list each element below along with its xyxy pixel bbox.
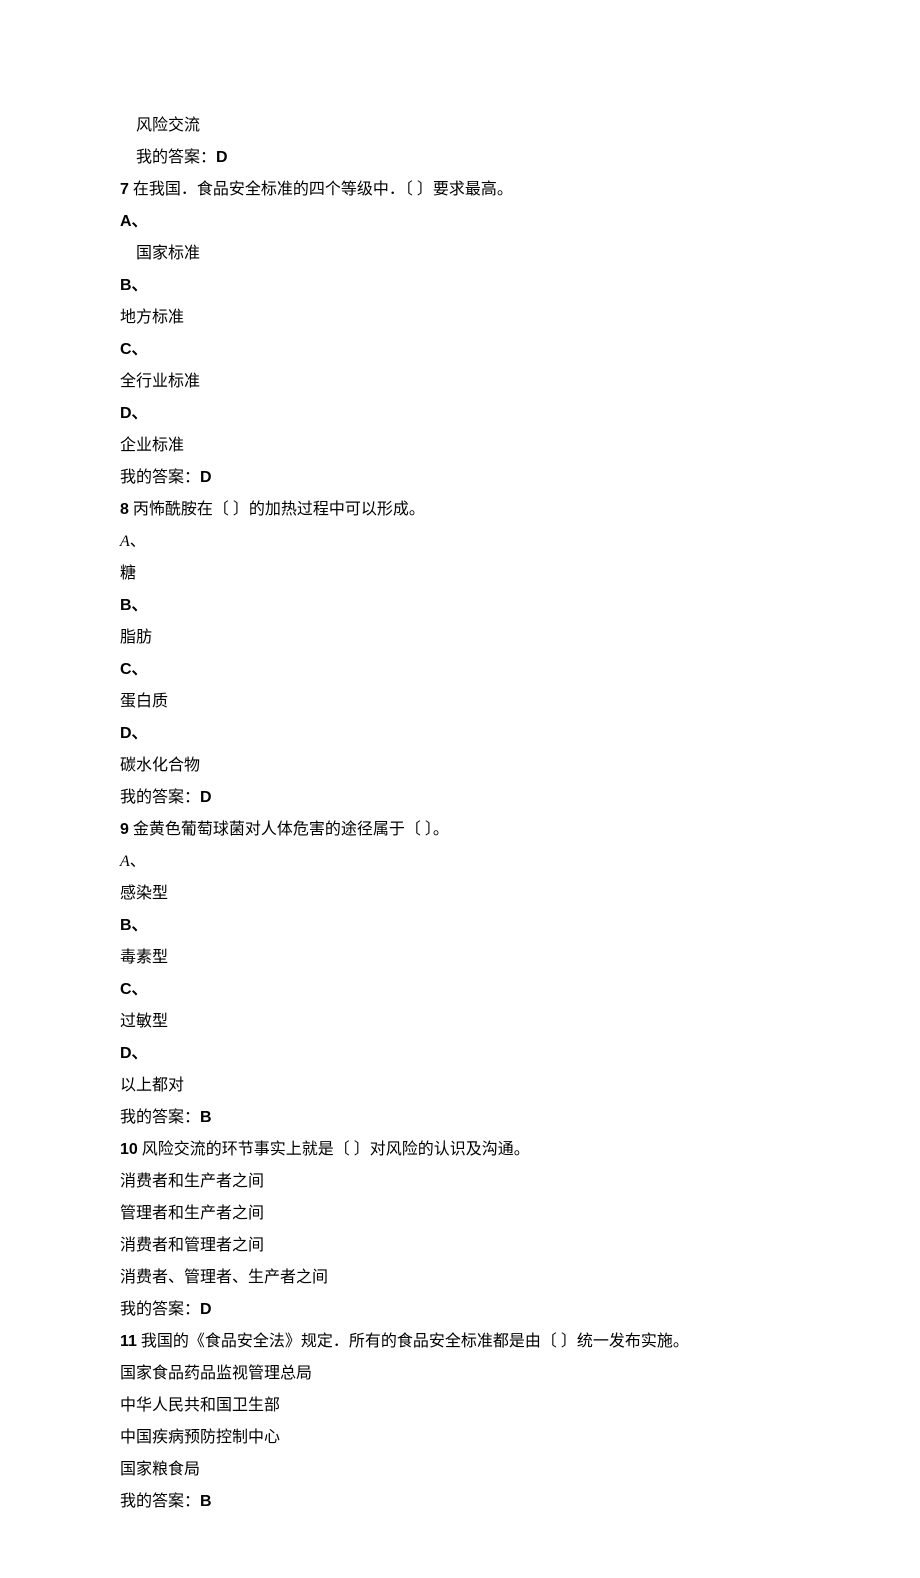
q11-option-a: 国家食品药品监视管理总局: [120, 1358, 800, 1390]
q8-option-a: 糖: [120, 558, 800, 590]
q-number: 9: [120, 821, 129, 838]
q-text: 在我国．食品安全标准的四个等级中．〔 〕要求最高。: [129, 181, 513, 198]
q-number: 10: [120, 1141, 138, 1158]
letter-a: A: [120, 533, 130, 550]
punct: 、: [130, 853, 146, 870]
answer-value: B: [200, 1493, 212, 1510]
q8-label-d: D、: [120, 718, 800, 750]
answer-value: D: [216, 149, 228, 166]
answer-label: 我的答案：: [120, 469, 200, 486]
q11-option-d: 国家粮食局: [120, 1454, 800, 1486]
q6-answer: 我的答案：D: [120, 142, 800, 174]
q7-option-b: 地方标准: [120, 302, 800, 334]
q7-option-d: 企业标准: [120, 430, 800, 462]
q7-option-c: 全行业标准: [120, 366, 800, 398]
q8-answer: 我的答案：D: [120, 782, 800, 814]
q7-label-a: A、: [120, 206, 800, 238]
q10-option-b: 管理者和生产者之间: [120, 1198, 800, 1230]
answer-label: 我的答案：: [120, 1493, 200, 1510]
punct: 、: [130, 533, 146, 550]
answer-label: 我的答案：: [120, 1109, 200, 1126]
q11-option-b: 中华人民共和国卫生部: [120, 1390, 800, 1422]
q-number: 7: [120, 181, 129, 198]
q10-option-a: 消费者和生产者之间: [120, 1166, 800, 1198]
q-number: 11: [120, 1333, 137, 1350]
q9-label-a: A、: [120, 846, 800, 878]
q11-option-c: 中国疾病预防控制中心: [120, 1422, 800, 1454]
q7-answer: 我的答案：D: [120, 462, 800, 494]
q9-option-c: 过敏型: [120, 1006, 800, 1038]
q7-option-a: 国家标准: [120, 238, 800, 270]
q10-answer: 我的答案：D: [120, 1294, 800, 1326]
q9-label-b: B、: [120, 910, 800, 942]
q9-option-d: 以上都对: [120, 1070, 800, 1102]
answer-label: 我的答案：: [120, 1301, 200, 1318]
q8-label-a: A、: [120, 526, 800, 558]
answer-value: D: [200, 1301, 212, 1318]
q8-label-b: B、: [120, 590, 800, 622]
answer-label: 我的答案：: [136, 149, 216, 166]
answer-value: D: [200, 789, 212, 806]
answer-value: D: [200, 469, 212, 486]
q10-option-c: 消费者和管理者之间: [120, 1230, 800, 1262]
q9-label-c: C、: [120, 974, 800, 1006]
q9-answer: 我的答案：B: [120, 1102, 800, 1134]
q7-label-c: C、: [120, 334, 800, 366]
q7-label-b: B、: [120, 270, 800, 302]
answer-value: B: [200, 1109, 212, 1126]
q7-label-d: D、: [120, 398, 800, 430]
q6-option-d: 风险交流: [120, 110, 800, 142]
letter-a: A: [120, 853, 130, 870]
q7-stem: 7 在我国．食品安全标准的四个等级中．〔 〕要求最高。: [120, 174, 800, 206]
q-text: 丙怖酰胺在〔 〕的加热过程中可以形成。: [129, 501, 425, 518]
q9-option-b: 毒素型: [120, 942, 800, 974]
q-number: 8: [120, 501, 129, 518]
answer-label: 我的答案：: [120, 789, 200, 806]
q10-stem: 10 风险交流的环节事实上就是〔 〕对风险的认识及沟通。: [120, 1134, 800, 1166]
q8-option-c: 蛋白质: [120, 686, 800, 718]
q9-label-d: D、: [120, 1038, 800, 1070]
page-content: 风险交流 我的答案：D 7 在我国．食品安全标准的四个等级中．〔 〕要求最高。 …: [0, 0, 920, 1578]
q-text: 我国的《食品安全法》规定．所有的食品安全标准都是由〔 〕统一发布实施。: [137, 1333, 689, 1350]
q8-option-d: 碳水化合物: [120, 750, 800, 782]
q11-answer: 我的答案：B: [120, 1486, 800, 1518]
q9-stem: 9 金黄色葡萄球菌对人体危害的途径属于〔 〕。: [120, 814, 800, 846]
q9-option-a: 感染型: [120, 878, 800, 910]
q-text: 风险交流的环节事实上就是〔 〕对风险的认识及沟通。: [138, 1141, 530, 1158]
q8-stem: 8 丙怖酰胺在〔 〕的加热过程中可以形成。: [120, 494, 800, 526]
q8-option-b: 脂肪: [120, 622, 800, 654]
q11-stem: 11 我国的《食品安全法》规定．所有的食品安全标准都是由〔 〕统一发布实施。: [120, 1326, 800, 1358]
q10-option-d: 消费者、管理者、生产者之间: [120, 1262, 800, 1294]
q8-label-c: C、: [120, 654, 800, 686]
q-text: 金黄色葡萄球菌对人体危害的途径属于〔 〕。: [129, 821, 449, 838]
